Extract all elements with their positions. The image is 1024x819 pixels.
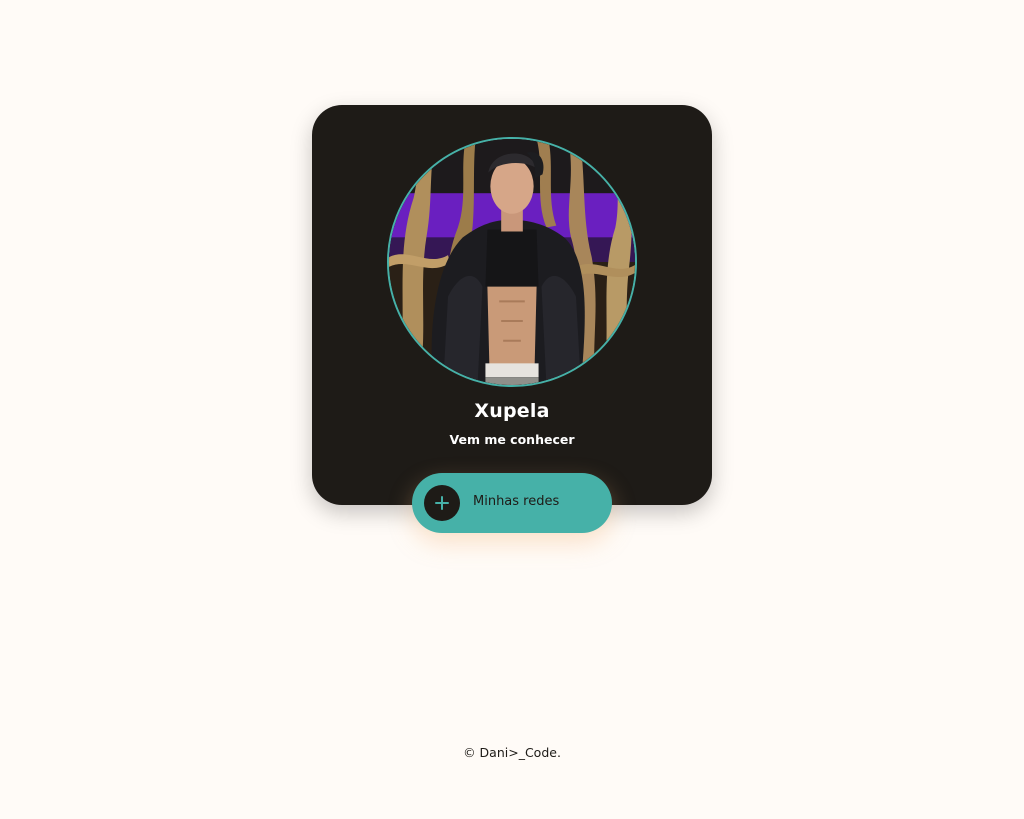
profile-avatar bbox=[387, 137, 637, 387]
profile-card: Xupela Vem me conhecer bbox=[312, 105, 712, 505]
profile-name: Xupela bbox=[474, 400, 550, 422]
profile-photo bbox=[389, 139, 635, 385]
profile-subtitle: Vem me conhecer bbox=[449, 432, 575, 447]
my-networks-button[interactable]: Minhas redes bbox=[412, 473, 612, 533]
my-networks-label: Minhas redes bbox=[473, 494, 560, 509]
footer-credit: © Dani>_Code. bbox=[463, 745, 561, 760]
plus-icon bbox=[424, 485, 460, 521]
page: Xupela Vem me conhecer Minhas redes © Da… bbox=[0, 0, 1024, 819]
